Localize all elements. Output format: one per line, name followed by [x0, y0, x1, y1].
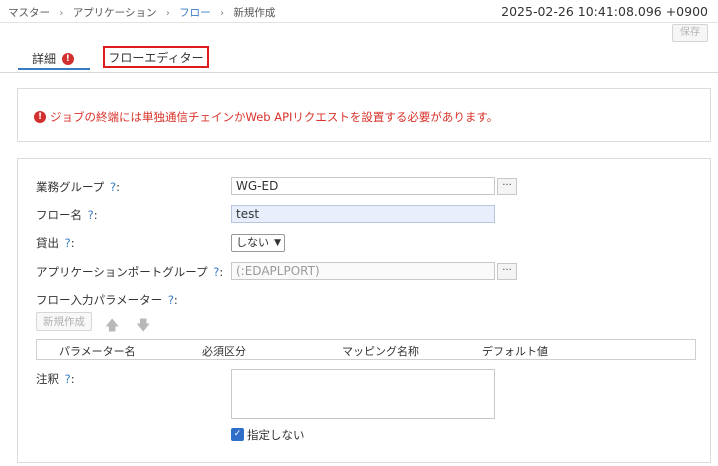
new-parameter-button[interactable]: 新規作成 — [36, 312, 92, 331]
breadcrumb: マスター › アプリケーション › フロー › 新規作成 — [8, 5, 275, 20]
chevron-right-icon: › — [220, 8, 225, 19]
lend-select[interactable]: しない ▼ — [231, 234, 285, 252]
parameter-table-header: パラメーター名 必須区分 マッピング名称 デフォルト値 — [36, 339, 696, 360]
unspecified-label: 指定しない — [247, 428, 305, 442]
timestamp: 2025-02-26 10:41:08.096 +0900 — [501, 4, 708, 19]
tab-bar: 詳細 ! フローエディター — [0, 46, 718, 73]
save-button[interactable]: 保存 — [672, 24, 708, 42]
alert-text: ジョブの終端には単独通信チェインかWeb APIリクエストを設置する必要がありま… — [50, 110, 499, 124]
top-bar: マスター › アプリケーション › フロー › 新規作成 2025-02-26 … — [0, 0, 718, 23]
tab-detail[interactable]: 詳細 ! — [18, 48, 90, 70]
notes-label: 注釈 ?: — [36, 372, 75, 386]
alert-box: ! ジョブの終端には単独通信チェインかWeb APIリクエストを設置する必要があり… — [17, 88, 711, 142]
flow-name-label: フロー名 ?: — [36, 208, 98, 222]
tab-flow-editor-label: フローエディター — [108, 51, 204, 65]
tab-flow-editor[interactable]: フローエディター — [103, 46, 209, 68]
breadcrumb-master[interactable]: マスター — [8, 5, 50, 20]
checkbox-checked-icon[interactable]: ✓ — [231, 428, 244, 441]
app-port-group-input[interactable]: (:EDAPLPORT) — [231, 262, 495, 280]
chevron-down-icon: ▼ — [274, 238, 281, 248]
app-port-group-browse-button[interactable]: ··· — [497, 263, 517, 280]
business-group-browse-button[interactable]: ··· — [497, 178, 517, 195]
app-port-group-label: アプリケーションポートグループ ?: — [36, 265, 224, 279]
business-group-label: 業務グループ ?: — [36, 180, 120, 194]
chevron-right-icon: › — [165, 8, 170, 19]
column-parameter-name[interactable]: パラメーター名 — [59, 343, 136, 359]
column-mapping-name[interactable]: マッピング名称 — [342, 343, 419, 359]
form-panel: 業務グループ ?: WG-ED ··· フロー名 ?: test 貸出 ?: し… — [17, 158, 711, 463]
arrow-down-icon[interactable]: 🡇 — [136, 315, 150, 339]
breadcrumb-flow[interactable]: フロー — [179, 5, 211, 20]
business-group-input[interactable]: WG-ED — [231, 177, 495, 195]
lend-label: 貸出 ?: — [36, 236, 75, 250]
arrow-up-icon[interactable]: 🡅 — [105, 315, 119, 339]
column-required[interactable]: 必須区分 — [202, 343, 246, 359]
breadcrumb-current: 新規作成 — [233, 7, 276, 19]
chevron-right-icon: › — [59, 8, 64, 19]
flow-name-input[interactable]: test — [231, 205, 495, 223]
notes-textarea[interactable] — [231, 369, 495, 419]
alert-message: ! ジョブの終端には単独通信チェインかWeb APIリクエストを設置する必要があり… — [34, 109, 498, 125]
error-icon: ! — [61, 52, 74, 65]
breadcrumb-application[interactable]: アプリケーション — [73, 5, 157, 20]
flow-input-params-label: フロー入力パラメーター ?: — [36, 293, 178, 307]
unspecified-checkbox-row[interactable]: ✓ 指定しない — [231, 427, 305, 443]
error-icon: ! — [34, 110, 46, 123]
tab-detail-label: 詳細 — [32, 52, 57, 66]
column-default-value[interactable]: デフォルト値 — [482, 343, 548, 359]
lend-select-value: しない — [236, 236, 269, 249]
